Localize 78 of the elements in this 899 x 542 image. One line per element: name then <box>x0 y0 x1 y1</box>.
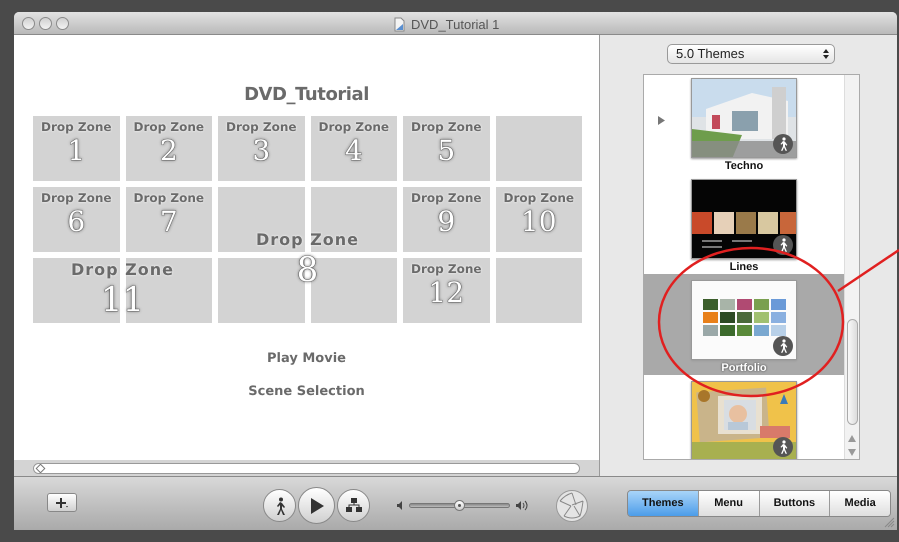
volume-high-icon <box>516 500 528 511</box>
resize-grip-icon[interactable] <box>884 517 895 528</box>
drop-zone-number: 12 <box>428 276 464 310</box>
plus-icon <box>55 498 69 508</box>
triangle-icon <box>658 116 665 125</box>
drop-zone-tile[interactable] <box>496 116 582 181</box>
drop-zone-tile[interactable] <box>218 116 304 181</box>
drop-zone-label: Drop Zone <box>256 230 360 250</box>
drop-zone-label: Drop Zone <box>318 120 390 134</box>
playhead-handle[interactable] <box>36 463 46 473</box>
walking-person-icon <box>773 437 794 457</box>
menu-button-text[interactable]: Scene Selection <box>248 382 365 401</box>
theme-name: Portfolio <box>721 361 767 375</box>
zoom-button[interactable] <box>56 16 69 30</box>
drop-zone-tile[interactable] <box>33 187 120 252</box>
drop-zone-label: Drop Zone <box>226 120 297 134</box>
drop-zone-tile[interactable] <box>126 187 212 252</box>
drop-zone-label: Drop Zone <box>70 260 174 280</box>
scroll-down-arrow-icon[interactable] <box>848 449 856 456</box>
window-title: DVD_Tutorial 1 <box>411 16 500 34</box>
walking-person-icon <box>773 134 794 154</box>
scrubber-bar[interactable] <box>33 462 580 474</box>
play-icon <box>308 496 324 514</box>
motion-button[interactable] <box>263 489 296 522</box>
volume-low-icon <box>397 501 405 510</box>
drop-zone-number: 8 <box>296 250 318 290</box>
drop-zone-number: 2 <box>160 134 178 168</box>
drop-zone-number: 11 <box>100 280 144 320</box>
drop-zone-label: Drop Zone <box>503 191 574 205</box>
scroll-thumb[interactable] <box>846 319 858 425</box>
drop-zone-tile[interactable] <box>403 187 490 252</box>
walking-person-icon <box>773 235 794 255</box>
play-button[interactable] <box>298 487 335 524</box>
drop-zone-number: 9 <box>437 205 456 239</box>
tab[interactable]: Menu <box>698 491 759 516</box>
drop-zone-number: 6 <box>67 205 86 239</box>
add-button[interactable] <box>47 493 77 512</box>
drop-zone-tile[interactable] <box>496 187 582 252</box>
drop-zone-tile[interactable] <box>496 258 582 323</box>
volume-slider[interactable] <box>409 503 510 508</box>
map-button[interactable] <box>337 489 370 522</box>
drop-zone-label: Drop Zone <box>410 262 482 276</box>
hierarchy-icon <box>346 498 362 513</box>
list-scrollbar[interactable] <box>844 75 859 459</box>
menu-title: DVD_Tutorial <box>244 83 369 105</box>
theme-name: Techno <box>724 159 764 173</box>
minimize-button[interactable] <box>39 16 52 30</box>
aperture-icon[interactable] <box>555 489 589 523</box>
tab[interactable]: Buttons <box>758 491 830 516</box>
walking-person-icon <box>773 336 794 356</box>
drop-zone-tile[interactable] <box>33 116 120 181</box>
theme-set-dropdown[interactable]: 5.0 Themes <box>667 44 835 64</box>
drop-zone-label: Drop Zone <box>410 120 482 134</box>
drop-zone-label: Drop Zone <box>133 191 204 205</box>
stepper-arrows-icon <box>822 48 830 60</box>
drop-zone-number: 7 <box>160 205 178 239</box>
drop-zone-tile[interactable] <box>310 187 397 252</box>
drop-zone-label: Drop Zone <box>40 191 112 205</box>
drop-zone-tile[interactable] <box>310 116 397 181</box>
drop-zone-tile[interactable] <box>403 116 490 181</box>
annotation-line <box>836 249 899 293</box>
drop-zone-label: Drop Zone <box>40 120 112 134</box>
menu-button-text[interactable]: Play Movie <box>267 349 346 368</box>
close-button[interactable] <box>22 16 35 30</box>
drop-zone-number: 10 <box>520 205 557 239</box>
document-icon <box>394 17 405 32</box>
drop-zone-tile[interactable] <box>218 187 304 252</box>
tab[interactable]: Themes <box>628 491 698 516</box>
drop-zone-tile[interactable] <box>126 116 212 181</box>
drop-zone-number: 3 <box>252 134 270 168</box>
theme-name: Lines <box>730 260 758 274</box>
scroll-up-arrow-icon[interactable] <box>848 435 856 442</box>
tab[interactable]: Media <box>829 491 890 516</box>
drop-zone-tile[interactable] <box>403 258 490 323</box>
drop-zone-label: Drop Zone <box>133 120 204 134</box>
volume-thumb[interactable] <box>454 500 464 511</box>
drop-zone-label: Drop Zone <box>410 191 482 205</box>
drop-zone-number: 1 <box>67 134 86 168</box>
